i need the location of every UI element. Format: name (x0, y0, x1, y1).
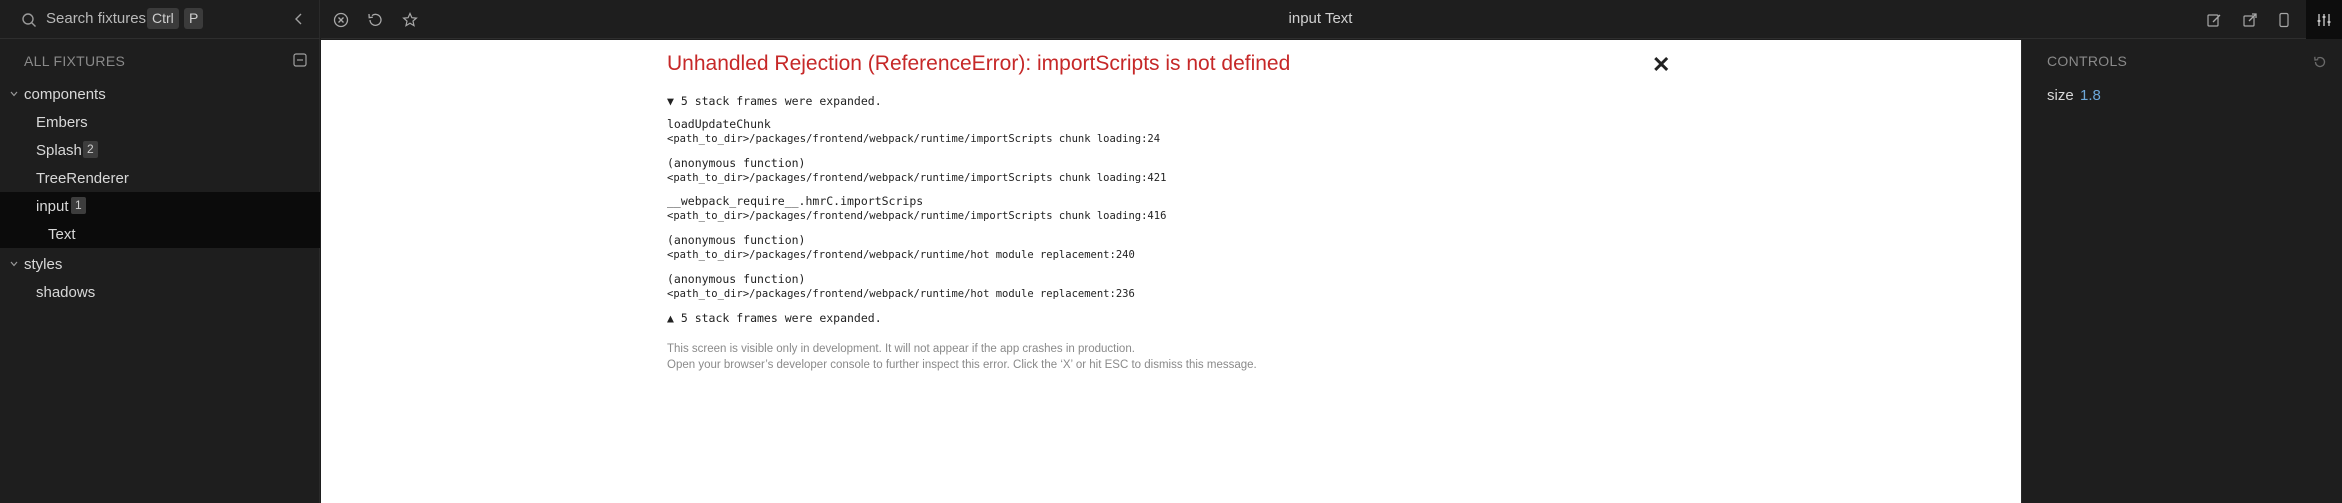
tree-item-input-text[interactable]: Text (0, 220, 320, 248)
tree-item-treerenderer[interactable]: TreeRenderer (0, 164, 320, 192)
dev-only-note: This screen is visible only in developme… (667, 343, 1135, 355)
stack-frame-function: __webpack_require__.hmrC.importScrips (667, 194, 924, 208)
open-external-icon[interactable] (2241, 11, 2259, 29)
sliders-icon (2317, 14, 2331, 26)
tree-item-shadows[interactable]: shadows (0, 278, 320, 306)
tree-label: styles (24, 255, 63, 273)
tree-label: shadows (36, 283, 96, 301)
control-value-size[interactable]: 1.8 (2080, 87, 2101, 104)
search-icon (22, 13, 36, 27)
tree-label: TreeRenderer (36, 169, 129, 187)
stack-frame-function: loadUpdateChunk (667, 117, 771, 131)
tree-label: Splash (36, 141, 82, 159)
fixture-count-badge: 1 (71, 197, 86, 214)
app-window: Search fixtures Ctrl P ALL FIXTURES comp… (0, 0, 2342, 503)
tree-item-splash[interactable]: Splash 2 (0, 136, 320, 164)
tree-label: components (24, 85, 106, 103)
shortcut-ctrl-key: Ctrl (147, 8, 179, 29)
error-close-button[interactable]: ✕ (1652, 52, 1670, 78)
stack-frame-function: (anonymous function) (667, 233, 806, 247)
stack-frame-function: (anonymous function) (667, 156, 806, 170)
controls-toggle-button[interactable] (2306, 0, 2342, 39)
error-title: Unhandled Rejection (ReferenceError): im… (667, 52, 1291, 75)
stack-frame-path[interactable]: <path_to_dir>/packages/frontend/webpack/… (667, 288, 1135, 300)
edit-icon[interactable] (2205, 11, 2223, 29)
chevron-down-icon (10, 261, 18, 267)
stack-frame-path[interactable]: <path_to_dir>/packages/frontend/webpack/… (667, 210, 1166, 222)
fixture-preview: Unhandled Rejection (ReferenceError): im… (321, 40, 2021, 503)
fixtures-header: ALL FIXTURES (24, 53, 126, 69)
search-bar[interactable]: Search fixtures Ctrl P (0, 0, 320, 39)
fixture-count-badge: 2 (83, 141, 98, 158)
frames-toggle-top[interactable]: ▼ 5 stack frames were expanded. (667, 94, 882, 108)
top-bar: input Text (321, 0, 2342, 39)
collapse-sidebar-icon[interactable] (291, 11, 307, 27)
device-icon[interactable] (2275, 11, 2293, 29)
frames-toggle-bottom[interactable]: ▲ 5 stack frames were expanded. (667, 311, 882, 325)
shortcut-p-key: P (184, 8, 204, 29)
stack-frame-path[interactable]: <path_to_dir>/packages/frontend/webpack/… (667, 249, 1135, 261)
tree-label: Embers (36, 113, 88, 131)
control-key-size: size (2047, 87, 2074, 104)
tree-item-embers[interactable]: Embers (0, 108, 320, 136)
collapse-all-icon[interactable] (293, 53, 307, 67)
dismiss-note: Open your browser’s developer console to… (667, 359, 1257, 371)
sidebar: Search fixtures Ctrl P ALL FIXTURES comp… (0, 0, 320, 503)
chevron-down-icon (10, 91, 18, 97)
stack-frame-path[interactable]: <path_to_dir>/packages/frontend/webpack/… (667, 172, 1166, 184)
tree-label: Text (48, 225, 76, 243)
fixture-title: input Text (1288, 10, 1353, 27)
stack-frame-path[interactable]: <path_to_dir>/packages/frontend/webpack/… (667, 133, 1160, 145)
tree-item-input[interactable]: input 1 (0, 192, 320, 220)
tree-group-components[interactable]: components (0, 80, 320, 108)
controls-panel: CONTROLS size 1.8 (2021, 40, 2342, 503)
controls-header: CONTROLS (2047, 53, 2128, 69)
tree-label: input (36, 197, 69, 215)
tree-group-styles[interactable]: styles (0, 250, 320, 278)
stack-frame-function: (anonymous function) (667, 272, 806, 286)
reset-icon[interactable] (2312, 54, 2328, 70)
search-input[interactable]: Search fixtures (46, 10, 146, 27)
